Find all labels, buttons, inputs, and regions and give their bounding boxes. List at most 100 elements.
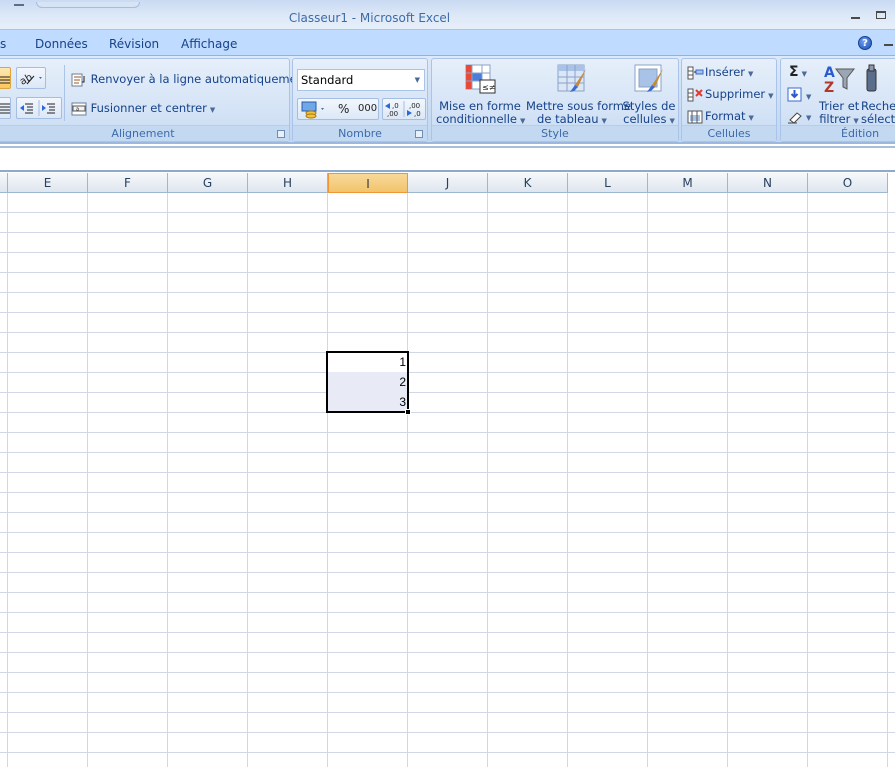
- window-title: Classeur1 - Microsoft Excel: [288, 11, 451, 25]
- number-format-select[interactable]: Standard ▼: [297, 69, 425, 91]
- number-group-label: Nombre: [293, 125, 427, 141]
- thousands-button[interactable]: 000: [358, 103, 377, 114]
- chevron-down-icon: ▼: [669, 117, 675, 125]
- dialog-launcher-icon[interactable]: [277, 130, 285, 138]
- column-header-n[interactable]: N: [728, 173, 808, 193]
- fill-down-icon: [787, 87, 802, 102]
- editing-group-label: Édition: [781, 125, 895, 141]
- tab-partial[interactable]: s: [0, 37, 6, 51]
- clear-button[interactable]: ▼: [787, 109, 811, 124]
- column-header-m[interactable]: M: [648, 173, 728, 193]
- sum-icon: Σ: [789, 64, 799, 80]
- ribbon-minimize-icon[interactable]: [884, 44, 893, 46]
- decrease-decimal-icon[interactable]: [407, 110, 412, 116]
- delete-cells-icon: [687, 88, 703, 101]
- insert-button[interactable]: Insérer ▼: [687, 65, 753, 80]
- number-format-value: Standard: [301, 73, 354, 87]
- cell-styles-label-2: cellules: [623, 112, 667, 126]
- binoculars-icon: [866, 64, 877, 92]
- fill-button[interactable]: ▼: [787, 87, 811, 103]
- ribbon: ab Renvoyer à la ligne automatiquement a…: [0, 56, 895, 144]
- chevron-down-icon: ▼: [414, 76, 420, 84]
- worksheet-grid[interactable]: [0, 193, 895, 767]
- decimal-icons: ,0,00,00,0: [385, 101, 421, 118]
- column-header-f[interactable]: F: [88, 173, 168, 193]
- chevron-down-icon: ▼: [748, 70, 754, 78]
- svg-text:,00: ,00: [387, 110, 398, 118]
- quick-access-icon[interactable]: [14, 4, 24, 6]
- merge-center-icon: a: [71, 102, 87, 115]
- find-select-label-1: Recher: [861, 99, 895, 113]
- ribbon-tabs: s Données Révision Affichage ?: [0, 30, 895, 56]
- quick-access-toolbar: [36, 2, 140, 8]
- column-header-partial[interactable]: [0, 173, 8, 193]
- increase-decimal-icon[interactable]: [385, 103, 390, 109]
- title-bar: Classeur1 - Microsoft Excel: [0, 0, 895, 30]
- column-header-o[interactable]: O: [808, 173, 888, 193]
- fill-handle[interactable]: [405, 409, 411, 415]
- align-bottom-button[interactable]: [0, 67, 11, 89]
- find-select-button[interactable]: Rechersélectio: [861, 63, 895, 126]
- wrap-text-button[interactable]: Renvoyer à la ligne automatiquement: [71, 72, 308, 87]
- text-orientation-icon: ab: [18, 72, 42, 88]
- formula-bar[interactable]: [0, 144, 895, 172]
- sort-filter-label-1: Trier et: [819, 99, 860, 113]
- chevron-down-icon: ▼: [801, 70, 807, 78]
- tab-revision[interactable]: Révision: [109, 37, 159, 51]
- sort-filter-label-2: filtrer: [819, 112, 851, 126]
- insert-cells-icon: [687, 66, 704, 79]
- delete-button[interactable]: Supprimer ▼: [687, 87, 774, 102]
- conditional-format-label-1: Mise en forme: [439, 99, 521, 113]
- currency-icon: [301, 101, 324, 119]
- merge-center-label: Fusionner et centrer: [90, 101, 207, 115]
- conditional-format-label-2: conditionnelle: [436, 112, 517, 126]
- svg-text:a: a: [76, 106, 79, 112]
- orientation-button[interactable]: ab: [16, 67, 46, 89]
- cells-group: Insérer ▼ Supprimer ▼ Format ▼ Cellules: [681, 58, 777, 142]
- percent-button[interactable]: %: [338, 102, 349, 116]
- decimal-buttons: ,0,00,00,0: [382, 98, 426, 120]
- justify-icon: [0, 103, 10, 114]
- column-header-i[interactable]: I: [328, 173, 408, 193]
- accounting-format-button[interactable]: [300, 101, 328, 122]
- chevron-down-icon: ▼: [748, 114, 754, 122]
- tab-donnees[interactable]: Données: [35, 37, 88, 51]
- chevron-down-icon: ▼: [768, 92, 774, 100]
- column-header-l[interactable]: L: [568, 173, 648, 193]
- tab-affichage[interactable]: Affichage: [181, 37, 237, 51]
- format-as-table-label-2: de tableau: [537, 112, 599, 126]
- minimize-icon[interactable]: [851, 17, 860, 19]
- selection-range: [326, 351, 409, 413]
- column-header-g[interactable]: G: [168, 173, 248, 193]
- insert-label: Insérer: [705, 65, 746, 79]
- cell-styles-button[interactable]: Styles de cellules ▼: [622, 63, 676, 126]
- dialog-launcher-icon[interactable]: [415, 130, 423, 138]
- merge-center-button[interactable]: a Fusionner et centrer ▼: [71, 101, 215, 116]
- column-header-k[interactable]: K: [488, 173, 568, 193]
- restore-icon[interactable]: [876, 11, 886, 19]
- svg-text:≤≠: ≤≠: [482, 83, 495, 92]
- format-cells-icon: [687, 110, 703, 123]
- indent-buttons[interactable]: [16, 97, 62, 119]
- column-header-e[interactable]: E: [8, 173, 88, 193]
- format-as-table-button[interactable]: Mettre sous forme de tableau ▼: [526, 63, 631, 126]
- wrap-text-label: Renvoyer à la ligne automatiquement: [90, 72, 309, 86]
- autosum-button[interactable]: Σ ▼: [789, 64, 807, 80]
- svg-text:,00: ,00: [409, 102, 420, 110]
- help-icon[interactable]: ?: [858, 36, 872, 50]
- column-header-h[interactable]: H: [248, 173, 328, 193]
- eraser-icon: [788, 111, 802, 124]
- format-label: Format: [705, 109, 746, 123]
- sort-filter-button[interactable]: AZ Trier et filtrer ▼: [819, 63, 859, 128]
- cell-styles-label-1: Styles de: [622, 99, 676, 113]
- cells-group-label: Cellules: [682, 125, 776, 141]
- chevron-down-icon: ▼: [601, 117, 607, 125]
- justify-button[interactable]: [0, 97, 11, 119]
- svg-text:ab: ab: [18, 72, 34, 88]
- style-group: ≤≠ Mise en forme conditionnelle ▼ Mettre s…: [431, 58, 679, 142]
- format-as-table-icon: [557, 64, 586, 92]
- conditional-format-button[interactable]: ≤≠ Mise en forme conditionnelle ▼: [436, 63, 525, 126]
- column-header-j[interactable]: J: [408, 173, 488, 193]
- svg-text:A: A: [824, 65, 835, 81]
- format-cells-button[interactable]: Format ▼: [687, 109, 754, 124]
